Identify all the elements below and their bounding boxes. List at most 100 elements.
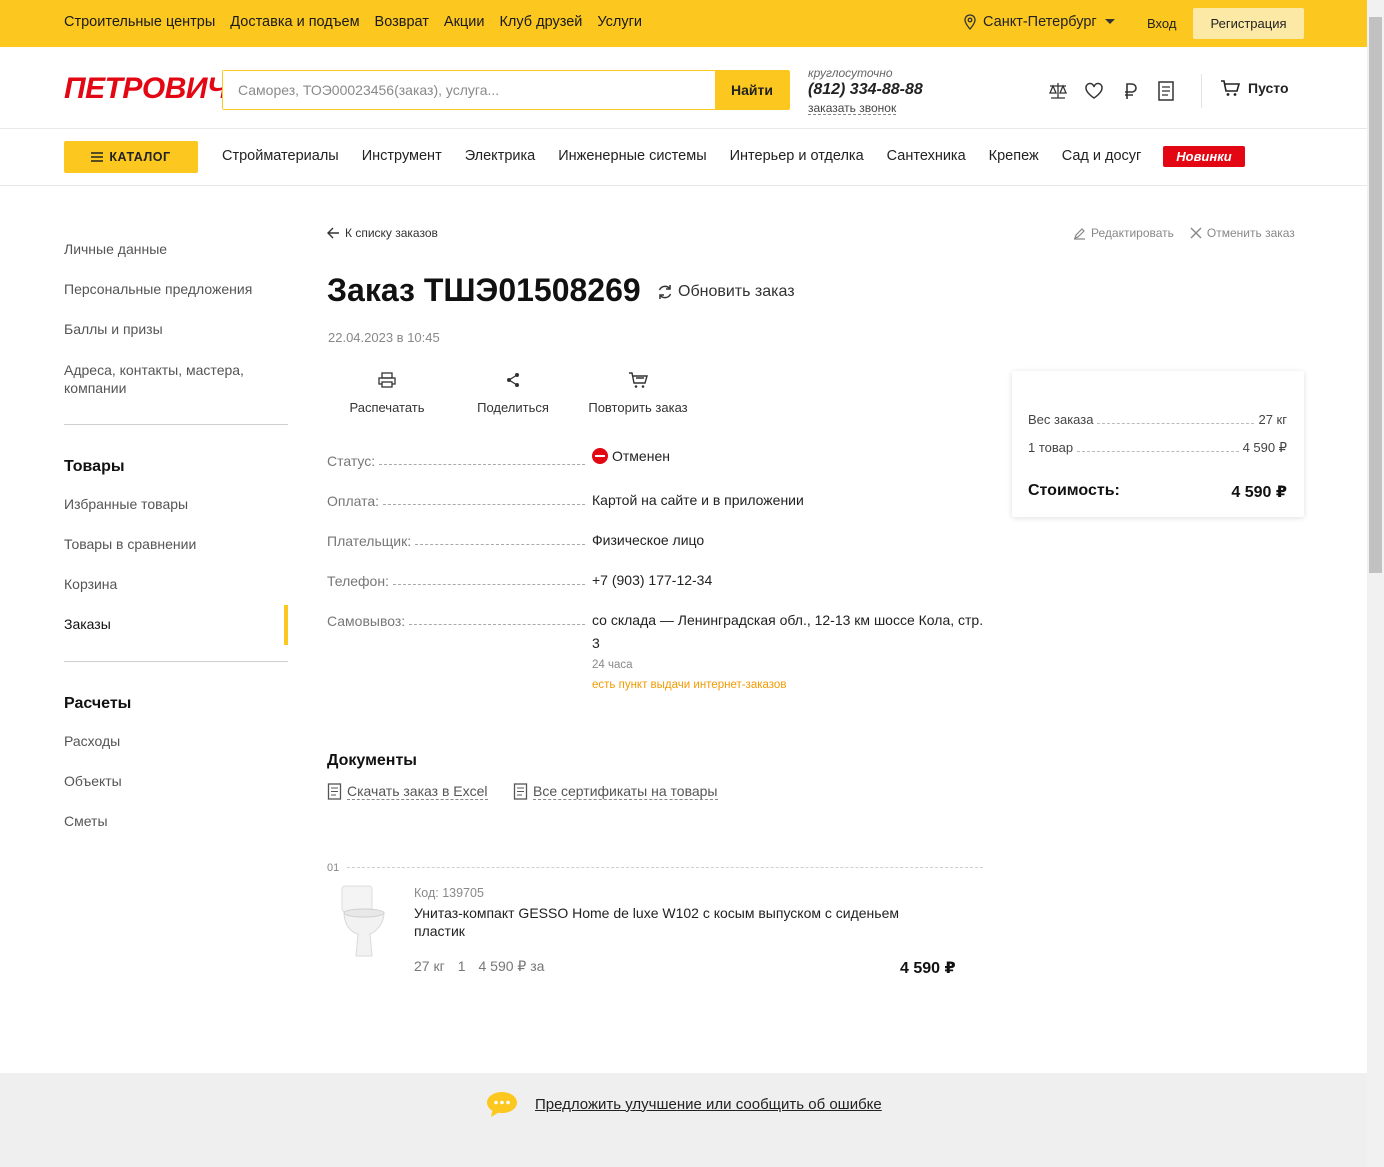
cancel-order-label: Отменить заказ [1206,226,1295,240]
refresh-label: Обновить заказ [678,283,795,300]
nav-item-tools[interactable]: Инструмент [362,148,442,164]
sidebar-item-personal-data[interactable]: Личные данные [64,241,167,257]
header-divider [1201,74,1202,108]
download-excel-link[interactable]: Скачать заказ в Excel [327,783,488,800]
product-separator [347,867,983,868]
main-nav: КАТАЛОГ Стройматериалы Инструмент Электр… [0,129,1367,186]
city-name: Санкт-Петербург [983,14,1097,30]
edit-order-button[interactable]: Редактировать [1073,226,1174,240]
nav-item-plumbing[interactable]: Сантехника [887,148,966,164]
phone-label: Телефон: [327,573,389,589]
phone-note: круглосуточно [808,66,893,80]
sidebar-item-estimates[interactable]: Сметы [64,813,108,829]
nav-item-garden[interactable]: Сад и досуг [1062,148,1142,164]
top-links: Строительные центры Доставка и подъем Во… [64,14,642,30]
order-summary-card: Вес заказа 27 кг 1 товар 4 590 ₽ Стоимос… [1012,371,1304,517]
download-excel-label: Скачать заказ в Excel [347,782,488,800]
ruble-icon[interactable] [1119,80,1141,102]
location-pin-icon [964,14,976,30]
cancelled-icon [592,448,608,464]
sidebar-item-orders[interactable]: Заказы [64,616,111,632]
page-scrollbar[interactable] [1367,0,1384,1167]
sidebar-item-compare[interactable]: Товары в сравнении [64,536,196,552]
catalog-button[interactable]: КАТАЛОГ [64,141,198,173]
payment-label: Оплата: [327,493,380,509]
sidebar-active-indicator [284,605,288,645]
payer-label: Плательщик: [327,533,412,549]
cart-icon [1221,80,1240,96]
search-input[interactable] [223,71,715,109]
pickup-note: есть пункт выдачи интернет-заказов [592,679,787,691]
sidebar-item-addresses[interactable]: Адреса, контакты, мастера, компании [64,361,244,397]
login-link[interactable]: Вход [1147,16,1176,31]
phone-number[interactable]: (812) 334-88-88 [808,81,923,99]
search-bar: Найти [222,70,790,110]
callback-link[interactable]: заказать звонок [808,102,897,115]
nav-item-fasteners[interactable]: Крепеж [989,148,1039,164]
summary-items-label: 1 товар [1028,440,1074,455]
sidebar-item-personal-offers[interactable]: Персональные предложения [64,281,252,297]
print-label: Распечатать [349,400,425,415]
product-name[interactable]: Унитаз-компакт GESSO Home de luxe W102 с… [414,904,934,940]
top-link-promo[interactable]: Акции [444,14,485,30]
summary-total-row: Стоимость: 4 590 ₽ [1028,482,1287,502]
new-items-badge[interactable]: Новинки [1163,146,1245,167]
back-to-orders-link[interactable]: К списку заказов [327,226,438,240]
favorite-heart-icon[interactable] [1083,80,1105,102]
nav-item-building-materials[interactable]: Стройматериалы [222,148,339,164]
print-button[interactable]: Распечатать [346,368,428,415]
sidebar-item-addresses-line1: Адреса, контакты, мастера, [64,362,244,378]
repeat-order-button[interactable]: Повторить заказ [584,368,692,415]
pickup-label: Самовывоз: [327,613,406,629]
register-button[interactable]: Регистрация [1193,8,1304,39]
product-toilet-image[interactable] [334,884,394,960]
share-button[interactable]: Поделиться [474,368,552,415]
certificates-link[interactable]: Все сертификаты на товары [513,783,718,800]
sidebar-item-expenses[interactable]: Расходы [64,733,120,749]
summary-weight-value: 27 кг [1258,412,1287,427]
catalog-label: КАТАЛОГ [109,150,171,164]
search-button[interactable]: Найти [715,71,789,109]
document-icon [513,783,528,800]
close-icon [1190,227,1202,239]
compare-scales-icon[interactable] [1047,80,1069,102]
feedback-link[interactable]: Предложить улучшение или сообщить об оши… [485,1090,882,1118]
top-link-club[interactable]: Клуб друзей [499,14,582,30]
pickup-address: со склада — Ленинградская обл., 12-13 км… [592,612,984,651]
logo[interactable]: ПЕТРОВИЧ [64,72,228,106]
cancel-order-button[interactable]: Отменить заказ [1190,226,1295,240]
order-date: 22.04.2023 в 10:45 [328,330,440,345]
product-unit-price: 4 590 ₽ за [478,958,545,974]
product-weight: 27 кг [414,958,445,974]
summary-weight-label: Вес заказа [1028,412,1094,427]
pencil-icon [1074,227,1085,240]
order-actions: Редактировать Отменить заказ [1073,226,1295,240]
payer-value: Физическое лицо [592,532,705,548]
share-icon [507,373,519,387]
refresh-order-button[interactable]: Обновить заказ [657,283,795,301]
sidebar-item-addresses-line2: компании [64,380,127,396]
summary-weight-row: Вес заказа 27 кг [1028,412,1287,427]
header-icons [1047,80,1177,102]
summary-items-value: 4 590 ₽ [1242,440,1287,455]
scrollbar-thumb[interactable] [1369,17,1382,573]
top-link-delivery[interactable]: Доставка и подъем [230,14,359,30]
nav-item-interior[interactable]: Интерьер и отделка [730,148,864,164]
orders-document-icon[interactable] [1155,80,1177,102]
top-link-stores[interactable]: Строительные центры [64,14,215,30]
cart-button[interactable]: Пусто [1220,79,1289,97]
refresh-icon [658,285,672,299]
sidebar-item-cart[interactable]: Корзина [64,576,117,592]
status-label: Статус: [327,453,376,469]
nav-item-electrics[interactable]: Электрика [465,148,536,164]
feedback-footer: Предложить улучшение или сообщить об оши… [0,1073,1367,1167]
product-code: Код: 139705 [414,886,484,900]
city-selector[interactable]: Санкт-Петербург [963,14,1117,30]
top-link-return[interactable]: Возврат [375,14,429,30]
top-link-services[interactable]: Услуги [597,14,642,30]
sidebar-item-points[interactable]: Баллы и призы [64,321,163,337]
sidebar-item-favorites[interactable]: Избранные товары [64,496,188,512]
sidebar-item-objects[interactable]: Объекты [64,773,122,789]
nav-item-engineering[interactable]: Инженерные системы [558,148,706,164]
pickup-time: 24 часа [592,659,633,671]
